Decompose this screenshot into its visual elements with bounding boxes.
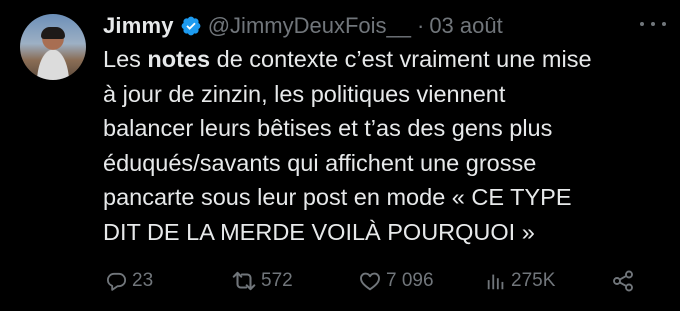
separator-dot: ·: [416, 13, 425, 38]
retweet-button[interactable]: 572: [231, 266, 293, 296]
author-handle[interactable]: @JimmyDeuxFois__: [208, 13, 411, 39]
tweet[interactable]: Jimmy @JimmyDeuxFois__ · 03 août Les not…: [0, 0, 680, 311]
tweet-text-line: balancer leurs bêtises et t’as des gens …: [103, 115, 553, 141]
tweet-text-line: pancarte sous leur post en mode « CE TYP…: [103, 184, 572, 210]
verified-badge-icon: [180, 15, 202, 37]
action-bar: 23 572 7 096 275K: [103, 266, 663, 296]
tweet-text-line: Les notes de contexte c’est vraiment une…: [103, 46, 592, 72]
tweet-date[interactable]: 03 août: [429, 13, 502, 39]
tweet-text: Les notes de contexte c’est vraiment une…: [103, 42, 671, 249]
tweet-header: Jimmy @JimmyDeuxFois__ · 03 août: [103, 11, 503, 41]
like-button[interactable]: 7 096: [358, 266, 434, 296]
highlighted-word: notes: [147, 46, 211, 72]
like-count: 7 096: [386, 270, 434, 291]
more-icon[interactable]: [640, 16, 666, 32]
reply-icon: [105, 270, 128, 293]
avatar[interactable]: [20, 14, 86, 80]
retweet-icon: [231, 268, 257, 294]
share-button[interactable]: [611, 266, 635, 296]
tweet-text-line: DIT DE LA MERDE VOILÀ POURQUOI »: [103, 218, 535, 245]
views-icon: [485, 270, 507, 292]
views-count: 275K: [511, 270, 556, 291]
retweet-count: 572: [261, 270, 293, 291]
views-button[interactable]: 275K: [485, 266, 555, 296]
heart-icon: [358, 269, 382, 293]
tweet-text-line: éduqués/savants qui affichent une grosse: [103, 149, 537, 176]
reply-button[interactable]: 23: [105, 266, 153, 296]
author-name[interactable]: Jimmy: [103, 13, 174, 39]
share-icon: [611, 269, 635, 293]
tweet-text-line: à jour de zinzin, les politiques viennen…: [103, 80, 506, 107]
reply-count: 23: [132, 270, 154, 291]
